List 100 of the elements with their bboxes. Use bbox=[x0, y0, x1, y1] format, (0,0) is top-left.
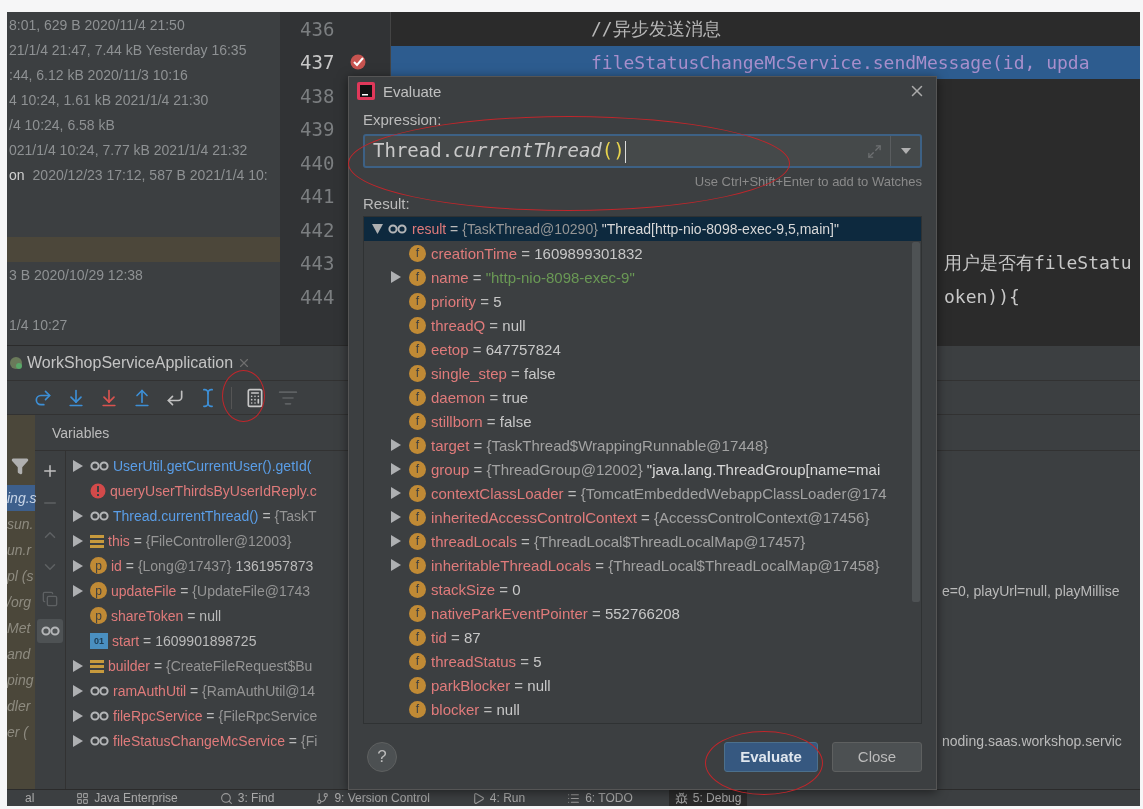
filter-icon[interactable] bbox=[11, 457, 29, 475]
field-badge: f bbox=[409, 700, 426, 718]
code-line: 用户是否有fileStatu bbox=[944, 251, 1132, 276]
field-badge: f bbox=[409, 676, 426, 694]
variable-entry[interactable]: id = {Long@17437} 1361957873 bbox=[111, 557, 314, 574]
line-number: 442 bbox=[300, 218, 335, 241]
arrow-down-icon[interactable] bbox=[99, 387, 119, 408]
dropdown-arrow-icon[interactable] bbox=[900, 148, 911, 154]
variable-entry[interactable]: UserUtil.getCurrentUser().getId( bbox=[113, 457, 312, 474]
field-entry[interactable]: blocker = null bbox=[431, 700, 520, 718]
search-icon bbox=[219, 791, 233, 805]
variable-entry[interactable]: Thread.currentThread() = {TaskT bbox=[113, 507, 317, 524]
collapsed-triangle-icon[interactable] bbox=[390, 439, 401, 451]
plus-icon[interactable] bbox=[41, 462, 59, 480]
tool-window-button[interactable]: 6: TODO bbox=[561, 790, 639, 806]
field-entry[interactable]: creationTime = 1609899301832 bbox=[431, 244, 643, 262]
collapsed-triangle-icon[interactable] bbox=[72, 684, 83, 697]
tool-window-button[interactable]: al bbox=[19, 790, 41, 806]
evaluate-button[interactable]: Evaluate bbox=[724, 741, 818, 772]
field-entry[interactable]: daemon = true bbox=[431, 388, 529, 406]
tool-window-button[interactable]: 9: Version Control bbox=[310, 790, 436, 806]
arrow-up-icon[interactable] bbox=[132, 387, 152, 408]
field-entry[interactable]: eetop = 647757824 bbox=[431, 340, 561, 358]
field-entry[interactable]: inheritedAccessControlContext = {AccessControlContext@17456} bbox=[431, 508, 870, 526]
field-entry[interactable]: threadLocals = {ThreadLocal$ThreadLocalMap@17457} bbox=[431, 532, 806, 550]
tool-window-button[interactable]: Java Enterprise bbox=[70, 790, 184, 806]
arrow-down-icon[interactable] bbox=[66, 387, 86, 408]
line-number: 439 bbox=[300, 118, 335, 141]
parameter-badge: p bbox=[90, 582, 107, 599]
help-button[interactable]: ? bbox=[367, 741, 397, 772]
app-icon bbox=[9, 356, 23, 370]
expanded-triangle-icon[interactable] bbox=[372, 223, 383, 235]
stack-frame[interactable]: ing.s bbox=[7, 485, 35, 511]
field-entry[interactable]: group = {ThreadGroup@12002} "java.lang.ThreadGroup[name=mai bbox=[431, 460, 881, 478]
variable-entry[interactable]: builder = {CreateFileRequest$Bu bbox=[108, 657, 313, 674]
collapsed-triangle-icon[interactable] bbox=[390, 559, 401, 571]
variable-entry[interactable]: this = {FileController@12003} bbox=[108, 532, 292, 549]
field-badge: f bbox=[409, 532, 426, 550]
collapsed-triangle-icon[interactable] bbox=[390, 511, 401, 523]
field-badge: f bbox=[409, 340, 426, 358]
variable-value-tail: e=0, playUrl=null, playMillise bbox=[941, 582, 1121, 599]
file-details: 8:01, 629 B 2020/11/4 21:50 bbox=[9, 16, 185, 33]
file-details: 3 B 2020/10/29 12:38 bbox=[9, 266, 143, 283]
field-entry[interactable]: target = {TaskThread$WrappingRunnable@17448} bbox=[431, 436, 769, 454]
debug-session-tab[interactable]: WorkShopServiceApplication bbox=[27, 354, 234, 372]
collapsed-triangle-icon[interactable] bbox=[72, 734, 83, 747]
collapsed-triangle-icon[interactable] bbox=[72, 559, 83, 572]
field-entry[interactable]: nativeParkEventPointer = 552766208 bbox=[431, 604, 680, 622]
curved-arrow-icon[interactable] bbox=[33, 387, 53, 408]
field-badge: f bbox=[409, 364, 426, 382]
variable-entry[interactable]: queryUserThirdsByUserIdReply.c bbox=[110, 482, 317, 499]
field-label: Expression: bbox=[363, 111, 442, 128]
variable-entry[interactable]: fileRpcService = {FileRpcService bbox=[113, 707, 318, 724]
field-badge: f bbox=[409, 556, 426, 574]
field-entry[interactable]: stackSize = 0 bbox=[431, 580, 521, 598]
field-entry[interactable]: single_step = false bbox=[431, 364, 556, 382]
collapsed-triangle-icon[interactable] bbox=[72, 709, 83, 722]
collapsed-triangle-icon[interactable] bbox=[390, 271, 401, 283]
variable-entry[interactable]: fileStatusChangeMcService = {Fi bbox=[113, 732, 318, 749]
scrollbar[interactable] bbox=[912, 242, 920, 602]
field-entry[interactable]: name = "http-nio-8098-exec-9" bbox=[431, 268, 635, 286]
file-details: 4 10:24, 1.61 kB 2021/1/4 21:30 bbox=[9, 91, 209, 108]
collapsed-triangle-icon[interactable] bbox=[72, 459, 83, 472]
breakpoint-icon[interactable] bbox=[350, 54, 367, 71]
collapsed-triangle-icon[interactable] bbox=[72, 509, 83, 522]
collapsed-triangle-icon[interactable] bbox=[390, 487, 401, 499]
field-badge: f bbox=[409, 604, 426, 622]
expression-field[interactable]: Thread.currentThread() bbox=[363, 134, 922, 168]
variable-entry[interactable]: shareToken = null bbox=[111, 607, 222, 624]
stack-icon bbox=[90, 658, 104, 673]
field-entry[interactable]: parkBlocker = null bbox=[431, 676, 551, 694]
field-badge: f bbox=[409, 484, 426, 502]
tool-window-button[interactable]: 3: Find bbox=[213, 790, 281, 806]
collapsed-triangle-icon[interactable] bbox=[390, 463, 401, 475]
field-entry[interactable]: contextClassLoader = {TomcatEmbeddedWebappClassLoader@174 bbox=[431, 484, 887, 502]
field-entry[interactable]: tid = 87 bbox=[431, 628, 481, 646]
close-button[interactable]: Close bbox=[832, 741, 922, 772]
watches-toggle[interactable] bbox=[37, 619, 63, 643]
collapsed-triangle-icon[interactable] bbox=[390, 535, 401, 547]
field-entry[interactable]: priority = 5 bbox=[431, 292, 502, 310]
line-number: 440 bbox=[300, 151, 335, 174]
bug-icon bbox=[674, 791, 688, 805]
file-details: 1/4 10:27 bbox=[9, 316, 68, 333]
file-details: 21/1/4 21:47, 7.44 kB Yesterday 16:35 bbox=[9, 41, 247, 58]
calculator-icon[interactable] bbox=[245, 387, 265, 408]
collapsed-triangle-icon[interactable] bbox=[72, 659, 83, 672]
variable-entry[interactable]: ramAuthUtil = {RamAuthUtil@14 bbox=[113, 682, 316, 699]
variable-entry[interactable]: start = 1609901898725 bbox=[112, 632, 257, 649]
parameter-badge: p bbox=[90, 607, 107, 624]
tool-window-button[interactable]: 5: Debug bbox=[668, 790, 748, 806]
field-entry[interactable]: stillborn = false bbox=[431, 412, 532, 430]
variable-entry[interactable]: updateFile = {UpdateFile@1743 bbox=[111, 582, 311, 599]
field-badge: f bbox=[409, 388, 426, 406]
code-line: fileStatusChangeMcService.sendMessage(id, upda bbox=[591, 51, 1090, 73]
collapsed-triangle-icon[interactable] bbox=[72, 584, 83, 597]
tool-window-button[interactable]: 4: Run bbox=[465, 790, 532, 806]
field-entry[interactable]: inheritableThreadLocals = {ThreadLocal$ThreadLocalMap@17458} bbox=[431, 556, 880, 574]
field-entry[interactable]: threadQ = null bbox=[431, 316, 526, 334]
collapsed-triangle-icon[interactable] bbox=[72, 534, 83, 547]
field-entry[interactable]: threadStatus = 5 bbox=[431, 652, 542, 670]
